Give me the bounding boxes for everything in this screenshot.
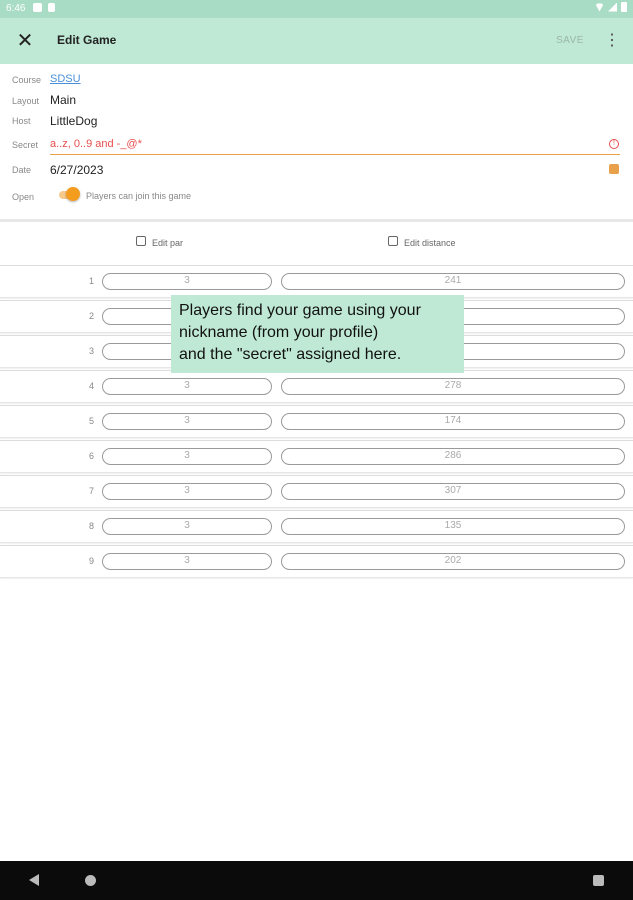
nav-bar: [0, 861, 633, 900]
layout-value[interactable]: Main: [50, 93, 76, 107]
distance-field[interactable]: 202: [281, 553, 625, 570]
hole-number: 2: [88, 311, 94, 321]
back-icon[interactable]: [29, 874, 39, 886]
tooltip-line-2: nickname (from your profile): [179, 324, 379, 341]
edit-par-checkbox[interactable]: [136, 236, 146, 246]
hole-row: 1 3 241: [0, 265, 633, 298]
host-value: LittleDog: [50, 114, 98, 128]
distance-field[interactable]: 135: [281, 518, 625, 535]
edit-distance-checkbox[interactable]: [388, 236, 398, 246]
par-field[interactable]: 3: [102, 273, 272, 290]
par-field[interactable]: 3: [102, 378, 272, 395]
distance-field[interactable]: 241: [281, 273, 625, 290]
edit-distance-label: Edit distance: [404, 238, 456, 248]
edit-par-label: Edit par: [152, 238, 184, 248]
error-icon: !: [609, 139, 619, 149]
par-field[interactable]: 3: [102, 448, 272, 465]
par-field[interactable]: 3: [102, 413, 272, 430]
hole-row: 7 3 307: [0, 475, 633, 508]
distance-field[interactable]: 307: [281, 483, 625, 500]
status-time: 6:46: [6, 3, 26, 14]
page-title: Edit Game: [57, 33, 117, 47]
course-label: Course: [12, 75, 42, 85]
distance-field[interactable]: 174: [281, 413, 625, 430]
home-icon[interactable]: [85, 875, 96, 886]
close-icon[interactable]: ✕: [14, 30, 36, 52]
secret-input[interactable]: a..z, 0..9 and -_@*: [50, 138, 142, 150]
layout-label: Layout: [12, 96, 40, 106]
par-field[interactable]: 3: [102, 483, 272, 500]
distance-field[interactable]: 278: [281, 378, 625, 395]
hole-number: 7: [88, 486, 94, 496]
save-button[interactable]: SAVE: [556, 35, 584, 46]
course-link[interactable]: SDSU: [50, 73, 81, 85]
hole-row: 5 3 174: [0, 405, 633, 438]
date-label: Date: [12, 165, 32, 175]
status-icons: [595, 2, 627, 12]
hole-number: 6: [88, 451, 94, 461]
secret-underline: [50, 154, 620, 155]
hole-number: 8: [88, 521, 94, 531]
toggle-thumb: [66, 187, 80, 201]
par-field[interactable]: 3: [102, 553, 272, 570]
notification-icon: [33, 3, 42, 12]
distance-field[interactable]: 286: [281, 448, 625, 465]
secret-tooltip: Players find your game using your nickna…: [171, 295, 464, 373]
hole-number: 4: [88, 381, 94, 391]
hole-row: 8 3 135: [0, 510, 633, 543]
hole-row: 9 3 202: [0, 545, 633, 578]
tooltip-line-3: and the "secret" assigned here.: [179, 346, 402, 363]
more-vert-icon[interactable]: ⋮: [604, 30, 620, 52]
hole-number: 5: [88, 416, 94, 426]
hole-row: 4 3 278: [0, 370, 633, 403]
tooltip-line-1: Players find your game using your: [179, 302, 421, 319]
hole-number: 9: [88, 556, 94, 566]
par-field[interactable]: 3: [102, 518, 272, 535]
wifi-icon: [595, 3, 604, 12]
hole-number: 1: [88, 276, 94, 286]
status-bar: 6:46: [0, 0, 633, 18]
hole-number: 3: [88, 346, 94, 356]
date-value[interactable]: 6/27/2023: [50, 163, 103, 177]
secret-label: Secret: [12, 140, 39, 150]
open-toggle-text: Players can join this game: [86, 191, 192, 201]
calendar-icon[interactable]: [609, 164, 619, 174]
open-toggle[interactable]: [57, 187, 80, 203]
recents-icon[interactable]: [593, 875, 604, 886]
section-divider: [0, 219, 633, 222]
battery-icon: [621, 2, 627, 12]
host-label: Host: [12, 116, 31, 126]
hole-row: 6 3 286: [0, 440, 633, 473]
sd-card-icon: [48, 3, 55, 12]
app-bar: ✕ Edit Game SAVE ⋮: [0, 18, 633, 64]
signal-icon: [608, 2, 617, 12]
open-label: Open: [12, 192, 35, 202]
